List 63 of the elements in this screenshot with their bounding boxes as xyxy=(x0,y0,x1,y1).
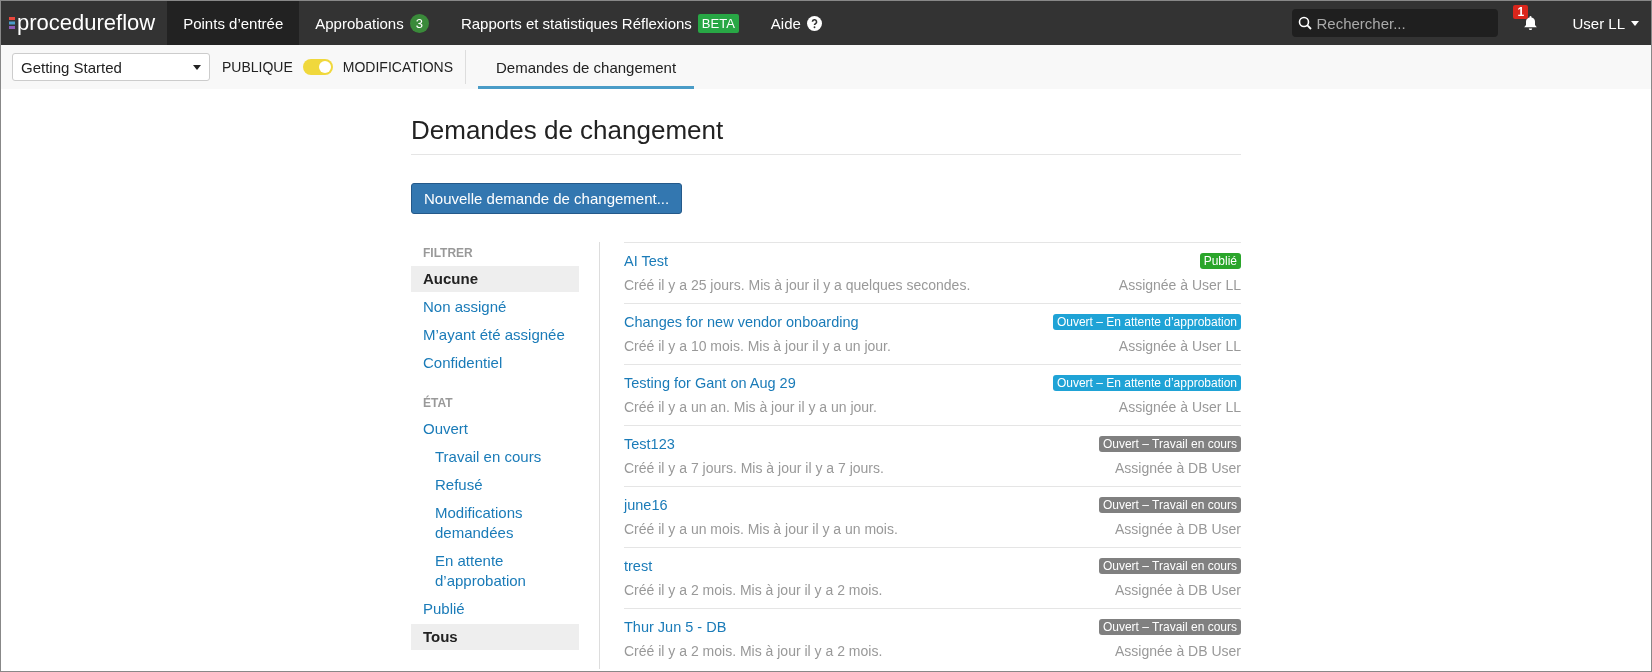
request-dates: Créé il y a un mois. Mis à jour il y a un mois. xyxy=(624,521,899,537)
caret-icon xyxy=(193,64,201,70)
request-dates: Créé il y a 2 mois. Mis à jour il y a 2 mois. xyxy=(624,643,884,659)
notification-badge: 1 xyxy=(1513,5,1529,19)
assignee-text: Assignée à DB User xyxy=(1113,643,1241,659)
filter-item[interactable]: Ouvert xyxy=(411,416,579,442)
toggle-label: MODIFICATIONS xyxy=(342,59,453,75)
count-badge: 3 xyxy=(409,13,429,33)
request-dates: Créé il y a 25 jours. Mis à jour il y a quelques secondes. xyxy=(624,277,972,293)
request-dates: Créé il y a 2 mois. Mis à jour il y a 2 mois. xyxy=(624,582,884,598)
status-tag: Ouvert – En attente d’approbation xyxy=(1052,314,1241,330)
caret-icon xyxy=(1631,20,1639,26)
user-menu[interactable]: User LL xyxy=(1550,14,1651,32)
assignee-text: Assignée à DB User xyxy=(1113,521,1241,537)
filter-item[interactable]: Modifications demandées xyxy=(411,500,579,546)
filter-item[interactable]: Travail en cours xyxy=(411,444,579,470)
toggle-label: PUBLIQUE xyxy=(222,59,294,75)
assignee-text: Assignée à User LL xyxy=(1117,399,1241,415)
request-title-link[interactable]: Test123 xyxy=(624,436,1099,452)
filter-item[interactable]: Non assigné xyxy=(411,294,579,320)
status-tag: Ouvert – En attente d’approbation xyxy=(1052,375,1241,391)
status-tag: Ouvert – Travail en cours xyxy=(1098,558,1241,574)
assignee-text: Assignée à DB User xyxy=(1113,582,1241,598)
request-title-link[interactable]: Changes for new vendor onboarding xyxy=(624,314,1053,330)
filter-item[interactable]: Confidentiel xyxy=(411,350,579,376)
status-tag: Ouvert – Travail en cours xyxy=(1098,436,1241,452)
nav-tab[interactable]: Approbations 3 xyxy=(299,1,445,45)
status-tag: Publié xyxy=(1199,253,1241,269)
request-dates: Créé il y a un an. Mis à jour il y a un jour. xyxy=(624,399,878,415)
filter-item[interactable]: Refusé xyxy=(411,472,579,498)
filter-item[interactable]: Aucune xyxy=(411,266,579,292)
page-tab[interactable]: Demandes de changement xyxy=(478,45,695,89)
request-dates: Créé il y a 10 mois. Mis à jour il y a un jour. xyxy=(624,338,892,354)
request-title-link[interactable]: trest xyxy=(624,558,1099,574)
request-title-link[interactable]: june16 xyxy=(624,497,1099,513)
assignee-text: Assignée à User LL xyxy=(1117,338,1241,354)
filter-item[interactable]: En attente d’approbation xyxy=(411,548,579,594)
bell-icon[interactable] xyxy=(1522,15,1538,31)
status-tag: Ouvert – Travail en cours xyxy=(1098,497,1241,513)
project-dropdown[interactable]: Getting Started xyxy=(12,53,210,81)
mode-switch[interactable] xyxy=(302,59,333,75)
new-request-button[interactable]: Nouvelle demande de changement... xyxy=(411,183,683,214)
beta-tag: BETA xyxy=(697,13,739,33)
filter-heading: ÉTAT xyxy=(422,394,454,412)
logo-text: procedureflow xyxy=(17,10,156,36)
filter-item[interactable]: Tous xyxy=(411,624,579,650)
nav-tab[interactable]: Aide xyxy=(754,1,838,45)
assignee-text: Assignée à User LL xyxy=(1118,277,1241,293)
request-title-link[interactable]: Thur Jun 5 - DB xyxy=(624,619,1099,635)
filter-item[interactable]: M’ayant été assignée xyxy=(411,322,579,348)
filter-item[interactable]: Publié xyxy=(411,596,579,622)
filter-heading: FILTRER xyxy=(422,245,474,262)
request-title-link[interactable]: AI Test xyxy=(624,253,1119,269)
search-icon xyxy=(1298,16,1313,30)
page-title: Demandes de changement xyxy=(411,115,1241,155)
nav-tab[interactable]: Rapports et statistiques Réflexions BETA xyxy=(444,1,755,45)
nav-tab[interactable]: Points d’entrée xyxy=(167,1,300,45)
request-title-link[interactable]: Testing for Gant on Aug 29 xyxy=(624,375,1053,391)
logo-icon xyxy=(9,16,15,30)
request-dates: Créé il y a 7 jours. Mis à jour il y a 7 jours. xyxy=(624,460,885,476)
search-field[interactable]: Rechercher... xyxy=(1292,9,1499,37)
status-tag: Ouvert – Travail en cours xyxy=(1098,619,1241,635)
assignee-text: Assignée à DB User xyxy=(1113,460,1241,476)
